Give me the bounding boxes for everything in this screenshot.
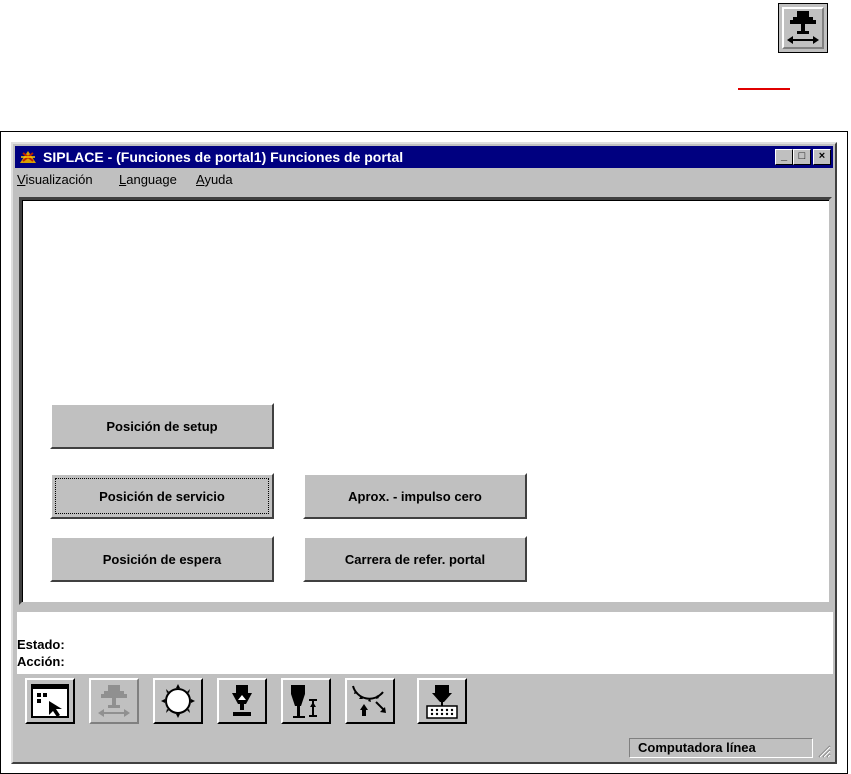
title-bar[interactable]: SIPLACE - (Funciones de portal1) Funcion… xyxy=(15,146,833,168)
menu-label: anguage xyxy=(126,172,177,187)
red-underline xyxy=(738,88,790,90)
standby-position-button[interactable]: Posición de espera xyxy=(50,536,274,582)
tool-gantry[interactable] xyxy=(89,678,139,724)
estado-label: Estado: xyxy=(17,637,65,652)
window-title: SIPLACE - (Funciones de portal1) Funcion… xyxy=(43,149,404,165)
menu-bar: Visualización Language Ayuda xyxy=(15,169,833,191)
nozzle-height-icon xyxy=(291,685,317,718)
gantry-reference-run-button[interactable]: Carrera de refer. portal xyxy=(303,536,527,582)
status-panel: Estado: Acción: xyxy=(17,612,833,674)
app-window: SIPLACE - (Funciones de portal1) Funcion… xyxy=(11,142,837,764)
tool-nozzle-up[interactable] xyxy=(217,678,267,724)
button-label: Posición de setup xyxy=(106,418,218,434)
mode-indicator: Computadora línea xyxy=(629,738,813,758)
siplace-logo-icon xyxy=(19,149,37,165)
button-label: Posición de espera xyxy=(102,551,222,567)
menu-label: yuda xyxy=(204,172,233,187)
tool-select[interactable] xyxy=(25,678,75,724)
main-panel: Posición de setup Posición de servicio A… xyxy=(19,197,832,605)
star-wheel-icon xyxy=(161,684,195,718)
zero-pulse-button[interactable]: Aprox. - impulso cero xyxy=(303,473,527,519)
service-position-button[interactable]: Posición de servicio xyxy=(50,473,274,519)
menu-visualizacion[interactable]: Visualización xyxy=(17,173,93,187)
pickup-rotate-icon xyxy=(352,685,386,716)
tool-pickup-rotate[interactable] xyxy=(345,678,395,724)
tool-nozzle-height[interactable] xyxy=(281,678,331,724)
button-label: Aprox. - impulso cero xyxy=(348,488,482,504)
tool-star-wheel[interactable] xyxy=(153,678,203,724)
menu-label: isualización xyxy=(25,172,93,187)
resize-grip-icon[interactable] xyxy=(815,742,831,758)
maximize-button[interactable]: □ xyxy=(793,149,811,165)
accion-label: Acción: xyxy=(17,654,65,669)
close-button[interactable]: × xyxy=(813,149,831,165)
button-label: Posición de servicio xyxy=(99,488,225,504)
nozzle-up-icon xyxy=(232,685,252,716)
gantry-icon xyxy=(98,685,130,717)
menu-ayuda[interactable]: Ayuda xyxy=(196,173,233,187)
menu-language[interactable]: Language xyxy=(119,173,177,187)
button-label: Carrera de refer. portal xyxy=(344,551,486,567)
select-arrow-icon xyxy=(31,684,69,718)
feeder-table-icon xyxy=(426,685,458,719)
gantry-icon xyxy=(787,11,819,44)
tool-feeder-table[interactable] xyxy=(417,678,467,724)
gantry-reference-icon xyxy=(778,3,828,53)
status-bar: Computadora línea xyxy=(15,736,833,758)
setup-position-button[interactable]: Posición de setup xyxy=(50,403,274,449)
minimize-button[interactable]: _ xyxy=(775,149,793,165)
